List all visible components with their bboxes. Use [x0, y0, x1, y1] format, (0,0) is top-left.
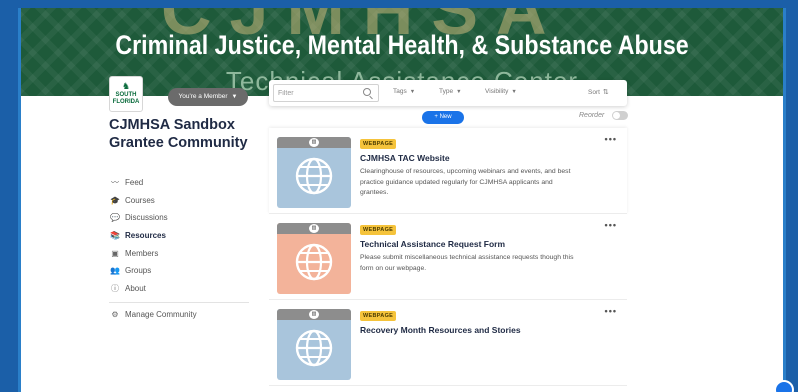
sidebar-item-resources[interactable]: 📚 Resources	[109, 227, 168, 245]
app-frame: CJMHSA Criminal Justice, Mental Health, …	[18, 8, 786, 392]
resource-type-badge: WEBPAGE	[360, 225, 397, 235]
member-card-icon: ▣	[111, 248, 119, 258]
graduation-cap-icon: 🎓	[110, 195, 120, 205]
activity-icon: 〰	[111, 178, 119, 188]
resource-title[interactable]: Recovery Month Resources and Stories	[360, 325, 521, 335]
banner-title: Criminal Justice, Mental Health, & Subst…	[115, 30, 689, 60]
resource-type-badge: WEBPAGE	[360, 311, 397, 321]
visibility-dropdown[interactable]: Visibility ▼	[485, 88, 517, 95]
sidebar-item-label: Groups	[125, 266, 152, 276]
sidebar-item-about[interactable]: ⓘ About	[109, 280, 168, 298]
tags-dropdown-label: Tags	[393, 88, 407, 95]
resource-card[interactable]: ▥ WEBPAGE CJMHSA TAC Website Clearinghou…	[269, 128, 627, 214]
type-dropdown-label: Type	[439, 88, 454, 95]
sidebar-item-label: Members	[125, 248, 159, 258]
manage-community-label: Manage Community	[125, 310, 197, 319]
gear-icon: ⚙	[111, 310, 119, 319]
sidebar-divider	[109, 302, 249, 303]
search-icon[interactable]	[363, 88, 371, 96]
book-icon: ▥	[309, 310, 319, 319]
resource-thumbnail: ▥	[277, 137, 351, 208]
more-options-icon[interactable]: •••	[605, 306, 617, 316]
filter-bar: Tags▼ Type▼ Visibility▼ Sort⇅	[269, 80, 627, 106]
type-dropdown[interactable]: Type ▼	[439, 88, 462, 95]
chat-bubbles-icon: 💬	[110, 213, 120, 223]
resource-title[interactable]: Technical Assistance Request Form	[360, 239, 505, 249]
new-resource-button[interactable]: + New	[422, 111, 464, 124]
sidebar-item-label: Courses	[125, 195, 155, 205]
resource-card[interactable]: ▥ WEBPAGE Technical Assistance Request F…	[269, 214, 627, 300]
sidebar-item-label: Discussions	[125, 213, 168, 223]
reorder-label: Reorder	[579, 112, 605, 119]
chat-launcher-icon[interactable]	[774, 380, 794, 392]
chevron-down-icon: ▼	[409, 89, 416, 95]
resource-description: Please submit miscellaneous technical as…	[360, 254, 574, 272]
resource-thumbnail: ▥	[277, 309, 351, 380]
resource-thumbnail: ▥	[277, 223, 351, 294]
sidebar-nav: 〰 Feed 🎓 Courses 💬 Discussions 📚 Resourc…	[109, 174, 168, 297]
globe-icon	[295, 157, 333, 195]
info-icon: ⓘ	[111, 283, 119, 293]
manage-community-link[interactable]: ⚙ Manage Community	[109, 310, 197, 319]
logo-text-line2: FLORIDA	[112, 99, 140, 105]
sidebar-item-feed[interactable]: 〰 Feed	[109, 174, 168, 192]
visibility-dropdown-label: Visibility	[485, 88, 509, 95]
sidebar-item-courses[interactable]: 🎓 Courses	[109, 192, 168, 210]
more-options-icon[interactable]: •••	[605, 134, 617, 144]
member-status-label: You're a Member	[178, 93, 228, 100]
sidebar-item-label: About	[125, 283, 146, 293]
bull-logo-icon: ♞	[121, 81, 131, 91]
chevron-down-icon: ▼	[456, 89, 462, 95]
books-icon: 📚	[110, 231, 120, 241]
community-logo[interactable]: ♞ SOUTH FLORIDA	[109, 76, 143, 112]
tags-dropdown[interactable]: Tags ▼	[393, 88, 415, 95]
resource-title[interactable]: CJMHSA TAC Website	[360, 153, 450, 163]
sidebar-item-groups[interactable]: 👥 Groups	[109, 262, 168, 280]
book-icon: ▥	[309, 138, 319, 147]
sidebar-item-discussions[interactable]: 💬 Discussions	[109, 209, 168, 227]
sort-dropdown-label: Sort	[588, 89, 600, 96]
sort-dropdown[interactable]: Sort ⇅	[588, 88, 609, 96]
globe-icon	[295, 329, 333, 367]
chevron-down-icon: ▼	[511, 89, 517, 95]
resource-list: ▥ WEBPAGE CJMHSA TAC Website Clearinghou…	[269, 128, 627, 386]
resource-type-badge: WEBPAGE	[360, 139, 397, 149]
book-icon: ▥	[309, 224, 319, 233]
group-icon: 👥	[110, 266, 120, 276]
community-title: CJMHSA Sandbox Grantee Community	[109, 117, 248, 151]
logo-text-line1: SOUTH	[115, 92, 137, 98]
more-options-icon[interactable]: •••	[605, 220, 617, 230]
resource-description: Clearinghouse of resources, upcoming web…	[360, 168, 571, 196]
member-status-button[interactable]: You're a Member ▼	[168, 88, 248, 106]
chevron-down-icon: ▼	[231, 94, 238, 100]
sidebar-item-label: Resources	[125, 231, 166, 241]
sidebar-item-label: Feed	[125, 178, 144, 188]
reorder-toggle[interactable]	[612, 111, 628, 120]
resource-card[interactable]: ▥ WEBPAGE Recovery Month Resources and S…	[269, 300, 627, 386]
globe-icon	[295, 243, 333, 281]
sort-icon: ⇅	[602, 89, 609, 96]
sidebar-item-members[interactable]: ▣ Members	[109, 244, 168, 262]
